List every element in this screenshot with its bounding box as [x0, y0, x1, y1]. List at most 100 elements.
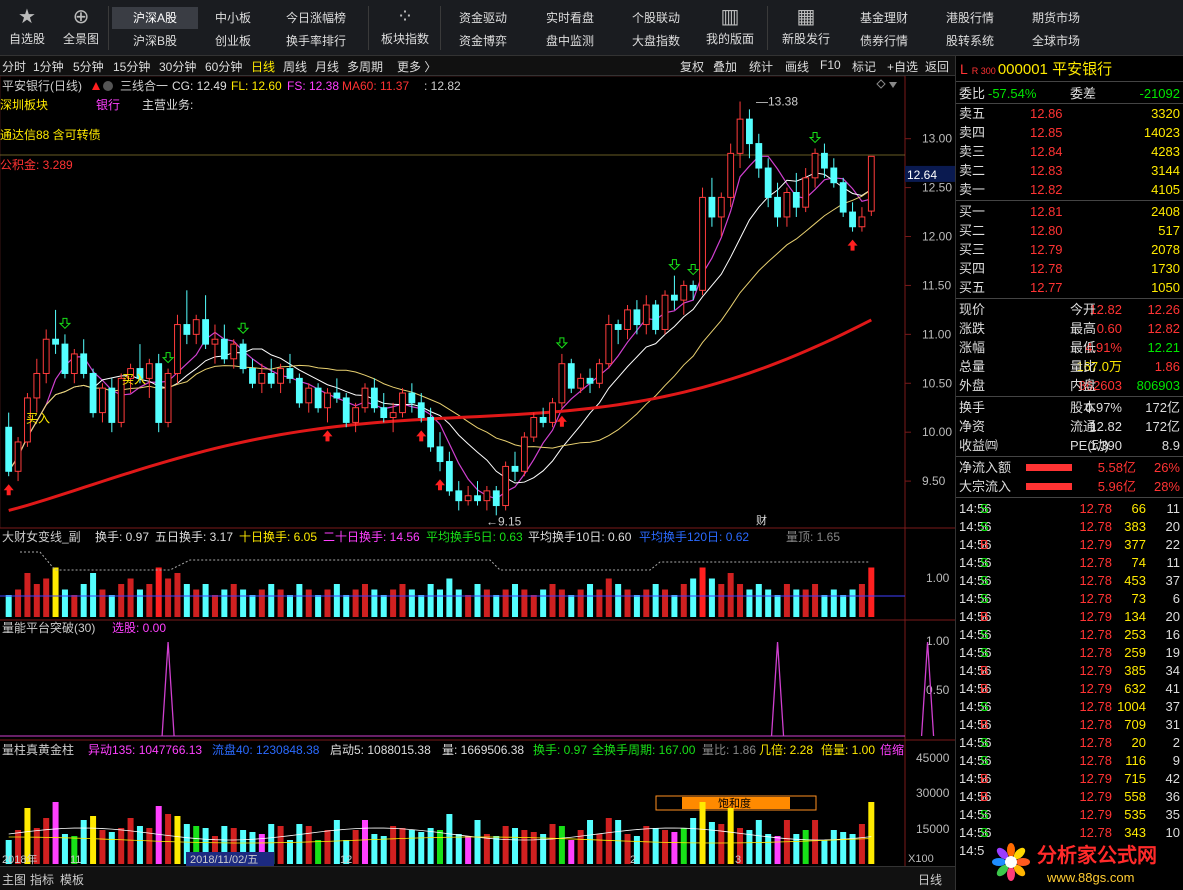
sell-arrow-icon	[236, 322, 250, 334]
toolbar-grid[interactable]: ⁘ 板块指数	[377, 4, 433, 47]
menu-债券行情[interactable]: 债券行情	[841, 30, 927, 52]
turnover-bar	[80, 584, 87, 617]
volume-bar	[436, 830, 444, 864]
tool-叠加[interactable]: 叠加	[713, 58, 737, 75]
industry-label: 银行	[96, 98, 120, 112]
turnover-bar	[315, 595, 322, 617]
volume-bar	[512, 828, 519, 864]
tool-标记[interactable]: 标记	[852, 58, 876, 75]
turnover-bar	[521, 589, 528, 617]
menu-盘中监测[interactable]: 盘中监测	[527, 30, 613, 52]
candle	[399, 392, 406, 414]
tool-+自选[interactable]: +自选	[887, 58, 918, 75]
tool-复权[interactable]: 复权	[680, 58, 704, 75]
volume-bar	[530, 832, 537, 864]
volume-bar	[699, 802, 706, 864]
bid-row-cell: 12.78	[1030, 261, 1063, 276]
tick-row-cell: 383	[1124, 519, 1146, 534]
quote-row-cell: 12.26	[1147, 302, 1180, 317]
settings-icon[interactable]	[103, 81, 113, 91]
period-15分钟[interactable]: 15分钟	[113, 58, 150, 75]
turnover-bar	[427, 584, 434, 617]
menu-资金驱动[interactable]: 资金驱动	[440, 7, 526, 29]
menu-实时看盘[interactable]: 实时看盘	[527, 7, 613, 29]
watermark-logo: 分析家公式网 www.88gs.com	[992, 843, 1157, 885]
menu-个股联动[interactable]: 个股联动	[613, 7, 699, 29]
kline-chart[interactable]: 13.00 12.50 12.00 11.50 11.00 10.50 10.00 9.50 1…	[0, 76, 955, 866]
stock-name: 平安银行	[1052, 61, 1113, 78]
volume-bar	[455, 834, 462, 864]
period-周线[interactable]: 周线	[283, 58, 307, 75]
tick-row-cell: S	[980, 573, 989, 588]
volume-bar	[61, 834, 68, 864]
triangle-icon[interactable]	[889, 82, 897, 88]
tool-F10[interactable]: F10	[820, 58, 841, 72]
period-多周期[interactable]: 多周期	[347, 58, 383, 75]
menu-全球市场[interactable]: 全球市场	[1013, 30, 1099, 52]
tool-返回[interactable]: 返回	[925, 58, 949, 75]
quote-row-cell: 总量	[959, 359, 986, 374]
menu-中小板[interactable]: 中小板	[190, 7, 276, 29]
candle	[258, 372, 266, 384]
candle	[699, 196, 706, 291]
volume-bar	[80, 820, 87, 864]
turnover-bar	[136, 589, 143, 617]
menu-期货市场[interactable]: 期货市场	[1013, 7, 1099, 29]
quote-row: 总量 167.0万 量比 1.86	[956, 357, 1183, 376]
candle	[436, 446, 444, 463]
period-60分钟[interactable]: 60分钟	[205, 58, 242, 75]
bottom-tab-指标[interactable]: 指标	[30, 871, 54, 888]
menu-沪深A股[interactable]: 沪深A股	[112, 7, 198, 29]
toolbar-globe[interactable]: ⊕ 全景图	[58, 4, 104, 47]
candle	[736, 118, 744, 154]
turnover-bar	[708, 578, 715, 617]
candle	[858, 216, 866, 228]
toolbar-star[interactable]: ★ 自选股	[4, 4, 50, 47]
candle	[380, 407, 388, 418]
bottom-tab-主图[interactable]: 主图	[2, 871, 26, 888]
turnover-bar	[90, 573, 97, 617]
quote-row-cell: 最低	[1070, 340, 1097, 355]
main-panel-frame	[0, 76, 906, 529]
menu-港股行情[interactable]: 港股行情	[927, 7, 1013, 29]
ask-row: 卖五 12.86 3320	[956, 104, 1183, 123]
menu-沪深B股[interactable]: 沪深B股	[112, 30, 198, 52]
period-月线[interactable]: 月线	[315, 58, 339, 75]
toolbar-calendar[interactable]: ▦ 新股发行	[778, 4, 834, 47]
period-分时[interactable]: 分时	[2, 58, 26, 75]
volume-bar	[90, 816, 97, 864]
volume-bar	[643, 826, 650, 864]
menu-基金理财[interactable]: 基金理财	[841, 7, 927, 29]
toolbar-layout[interactable]: ▥ 我的版面	[702, 4, 758, 47]
period-1分钟[interactable]: 1分钟	[33, 58, 64, 75]
period-30分钟[interactable]: 30分钟	[159, 58, 196, 75]
watermark-title: 分析家公式网	[1037, 843, 1157, 867]
period-更多 〉[interactable]: 更多 〉	[397, 58, 436, 75]
sell-arrow-icon	[686, 264, 700, 276]
turnover-bar	[530, 595, 537, 617]
menu-大盘指数[interactable]: 大盘指数	[613, 30, 699, 52]
bottom-tab-模板[interactable]: 模板	[60, 871, 84, 888]
period-5分钟[interactable]: 5分钟	[73, 58, 104, 75]
tick-row: 14:56 12.79 385 B 34	[956, 661, 1183, 680]
bottom-tab-日线[interactable]: 日线	[918, 871, 942, 888]
flow-row-cell: 5.58亿	[1097, 460, 1136, 475]
quote-row-cell: 今开	[1070, 302, 1097, 317]
tool-画线[interactable]: 画线	[785, 58, 809, 75]
volume-bar	[474, 820, 481, 864]
stat-row: 收益㈣ 1.390 PE(动) 8.9	[956, 436, 1183, 455]
menu-今日涨幅榜[interactable]: 今日涨幅榜	[273, 7, 359, 29]
volume-bar	[371, 834, 378, 864]
menu-股转系统[interactable]: 股转系统	[927, 30, 1013, 52]
menu-换手率排行[interactable]: 换手率排行	[273, 30, 359, 52]
candle	[746, 118, 753, 145]
quote-row-cell: 0.60	[1096, 321, 1122, 336]
menu-创业板[interactable]: 创业板	[190, 30, 276, 52]
menu-资金博弈[interactable]: 资金博弈	[440, 30, 526, 52]
candle	[633, 309, 641, 326]
diamond-icon[interactable]	[876, 79, 886, 89]
flower-petal	[1016, 858, 1030, 866]
tick-row-cell: 12.78	[1079, 753, 1112, 768]
tool-统计[interactable]: 统计	[749, 58, 773, 75]
period-日线[interactable]: 日线	[251, 58, 275, 75]
